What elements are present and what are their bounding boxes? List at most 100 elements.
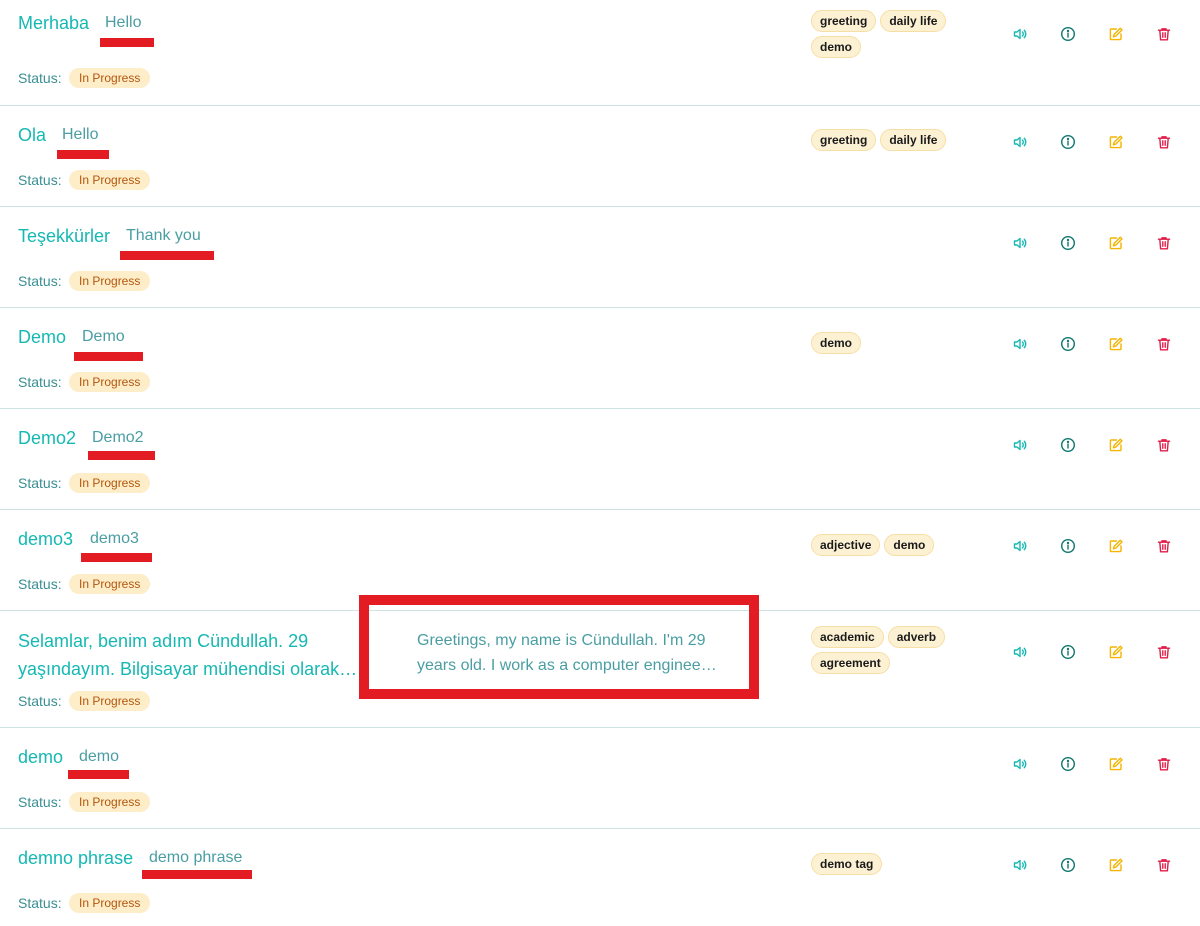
edit-button[interactable] [1104, 534, 1128, 558]
info-button[interactable] [1056, 22, 1080, 46]
translation-text: Demo [82, 328, 125, 345]
status-badge: In Progress [69, 893, 151, 913]
trash-icon [1156, 538, 1172, 554]
delete-button[interactable] [1152, 22, 1176, 46]
word-text[interactable]: Merhaba [18, 13, 89, 34]
tag-list: academic adverb agreement [811, 626, 971, 674]
trash-icon [1156, 756, 1172, 772]
delete-button[interactable] [1152, 640, 1176, 664]
status-badge: In Progress [69, 574, 151, 594]
status-badge: In Progress [69, 792, 151, 812]
info-button[interactable] [1056, 752, 1080, 776]
tag-chip[interactable]: agreement [811, 652, 890, 674]
list-item: Merhaba Hello Status: In Progress greeting da… [0, 0, 1200, 106]
word-text[interactable]: demo [18, 747, 63, 768]
edit-icon [1108, 437, 1124, 453]
row-actions [1008, 130, 1180, 154]
delete-button[interactable] [1152, 332, 1176, 356]
edit-icon [1108, 538, 1124, 554]
trash-icon [1156, 336, 1172, 352]
trash-icon [1156, 134, 1172, 150]
speak-button[interactable] [1008, 130, 1032, 154]
list-item: Teşekkürler Thank you Status: In Progress [0, 207, 1200, 308]
word-text[interactable]: Ola [18, 125, 46, 146]
annotation-underline [57, 150, 109, 159]
tag-chip[interactable]: adverb [887, 626, 946, 648]
tag-list: greeting daily life [811, 129, 971, 151]
speak-button[interactable] [1008, 534, 1032, 558]
info-icon [1060, 538, 1076, 554]
speak-button[interactable] [1008, 640, 1032, 664]
tag-chip[interactable]: greeting [811, 10, 877, 32]
trash-icon [1156, 26, 1172, 42]
delete-button[interactable] [1152, 433, 1176, 457]
delete-button[interactable] [1152, 130, 1176, 154]
annotation-underline [88, 451, 155, 460]
info-button[interactable] [1056, 534, 1080, 558]
tag-chip[interactable]: academic [811, 626, 884, 648]
info-button[interactable] [1056, 640, 1080, 664]
tag-chip[interactable]: daily life [880, 129, 947, 151]
tag-chip[interactable]: demo [811, 36, 862, 58]
speak-button[interactable] [1008, 853, 1032, 877]
tag-chip[interactable]: daily life [880, 10, 947, 32]
edit-button[interactable] [1104, 640, 1128, 664]
delete-button[interactable] [1152, 853, 1176, 877]
status-label: Status: [18, 172, 62, 188]
speak-button[interactable] [1008, 752, 1032, 776]
status-label: Status: [18, 475, 62, 491]
tag-chip[interactable]: greeting [811, 129, 877, 151]
status-label: Status: [18, 895, 62, 911]
word-text[interactable]: demo3 [18, 529, 73, 550]
speaker-icon [1012, 538, 1028, 554]
delete-button[interactable] [1152, 534, 1176, 558]
delete-button[interactable] [1152, 231, 1176, 255]
edit-button[interactable] [1104, 231, 1128, 255]
annotation-underline [100, 38, 154, 47]
annotation-underline [142, 870, 252, 879]
info-button[interactable] [1056, 853, 1080, 877]
edit-button[interactable] [1104, 22, 1128, 46]
edit-button[interactable] [1104, 130, 1128, 154]
edit-icon [1108, 26, 1124, 42]
edit-button[interactable] [1104, 332, 1128, 356]
speak-button[interactable] [1008, 332, 1032, 356]
info-icon [1060, 644, 1076, 660]
word-text[interactable]: Demo [18, 327, 66, 348]
tag-chip[interactable]: demo [884, 534, 935, 556]
edit-button[interactable] [1104, 433, 1128, 457]
translation-text: Thank you [126, 227, 201, 244]
status-badge: In Progress [69, 372, 151, 392]
tag-chip[interactable]: adjective [811, 534, 881, 556]
speak-button[interactable] [1008, 231, 1032, 255]
trash-icon [1156, 857, 1172, 873]
annotation-underline [68, 770, 129, 779]
edit-icon [1108, 336, 1124, 352]
translation-text: demo phrase [149, 849, 243, 866]
word-text[interactable]: Teşekkürler [18, 226, 110, 247]
info-button[interactable] [1056, 231, 1080, 255]
info-button[interactable] [1056, 433, 1080, 457]
info-button[interactable] [1056, 332, 1080, 356]
status-badge: In Progress [69, 473, 151, 493]
status-label: Status: [18, 794, 62, 810]
speak-button[interactable] [1008, 433, 1032, 457]
word-text[interactable]: Selamlar, benim adım Cündullah. 29 yaşın… [18, 627, 363, 683]
word-text[interactable]: demno phrase [18, 848, 133, 869]
info-icon [1060, 437, 1076, 453]
speaker-icon [1012, 134, 1028, 150]
tag-chip[interactable]: demo [811, 332, 862, 354]
edit-button[interactable] [1104, 853, 1128, 877]
translation-text: demo3 [90, 530, 139, 547]
speak-button[interactable] [1008, 22, 1032, 46]
tag-list: adjective demo [811, 534, 971, 556]
delete-button[interactable] [1152, 752, 1176, 776]
edit-icon [1108, 644, 1124, 660]
status-badge: In Progress [69, 691, 151, 711]
edit-button[interactable] [1104, 752, 1128, 776]
info-button[interactable] [1056, 130, 1080, 154]
speaker-icon [1012, 336, 1028, 352]
tag-chip[interactable]: demo tag [811, 853, 883, 875]
word-text[interactable]: Demo2 [18, 428, 76, 449]
speaker-icon [1012, 644, 1028, 660]
